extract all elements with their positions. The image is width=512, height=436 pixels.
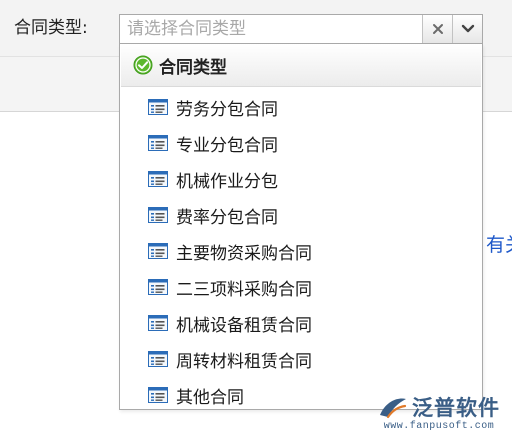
contract-type-option[interactable]: 周转材料租赁合同 (120, 341, 480, 377)
watermark-brand: 泛普软件 (412, 396, 500, 420)
list-item-icon (148, 315, 168, 331)
contract-type-option[interactable]: 费率分包合同 (120, 197, 480, 233)
contract-type-option[interactable]: 主要物资采购合同 (120, 233, 480, 269)
check-circle-icon (133, 55, 153, 75)
partial-link[interactable]: 有关 (486, 230, 512, 257)
list-item-icon (148, 99, 168, 115)
option-label: 专业分包合同 (176, 135, 278, 156)
contract-type-label: 合同类型: (14, 18, 88, 38)
close-icon (432, 24, 443, 34)
option-label: 其他合同 (176, 387, 244, 408)
list-item-icon (148, 207, 168, 223)
group-header[interactable]: 合同类型 (121, 44, 481, 87)
option-list: 劳务分包合同 专业分包合同 机械作业分包 费率分包合同主要物资采购合同 二三项料采购合同… (120, 89, 480, 413)
contract-type-combobox[interactable] (119, 14, 483, 44)
option-label: 机械作业分包 (176, 171, 278, 192)
list-item-icon (148, 243, 168, 259)
contract-type-option[interactable]: 机械设备租赁合同 (120, 305, 480, 341)
watermark-url: www.fanpusoft.com (383, 421, 495, 432)
brand-logo-icon (380, 398, 407, 419)
dropdown-toggle-button[interactable] (452, 15, 482, 43)
contract-type-option[interactable]: 专业分包合同 (120, 125, 480, 161)
contract-type-dropdown: 合同类型 劳务分包合同 专业分包合同 机械作业分包 费率分包合同主要物资采购合同 二三项… (119, 44, 483, 410)
list-item-icon (148, 171, 168, 187)
list-item-icon (148, 135, 168, 151)
list-item-icon (148, 279, 168, 295)
option-label: 机械设备租赁合同 (176, 315, 312, 336)
contract-type-option[interactable]: 机械作业分包 (120, 161, 480, 197)
clear-button[interactable] (422, 15, 452, 43)
chevron-down-icon (461, 24, 474, 33)
contract-type-option[interactable]: 劳务分包合同 (120, 89, 480, 125)
option-label: 劳务分包合同 (176, 99, 278, 120)
list-item-icon (148, 387, 168, 403)
contract-type-input[interactable] (121, 16, 422, 42)
contract-type-option[interactable]: 二三项料采购合同 (120, 269, 480, 305)
option-label: 周转材料租赁合同 (176, 351, 312, 372)
watermark: 泛普软件 www.fanpusoft.com (374, 392, 504, 432)
option-label: 主要物资采购合同 (176, 243, 312, 264)
option-label: 费率分包合同 (176, 207, 278, 228)
option-label: 二三项料采购合同 (176, 279, 312, 300)
list-item-icon (148, 351, 168, 367)
group-label: 合同类型 (159, 57, 227, 78)
